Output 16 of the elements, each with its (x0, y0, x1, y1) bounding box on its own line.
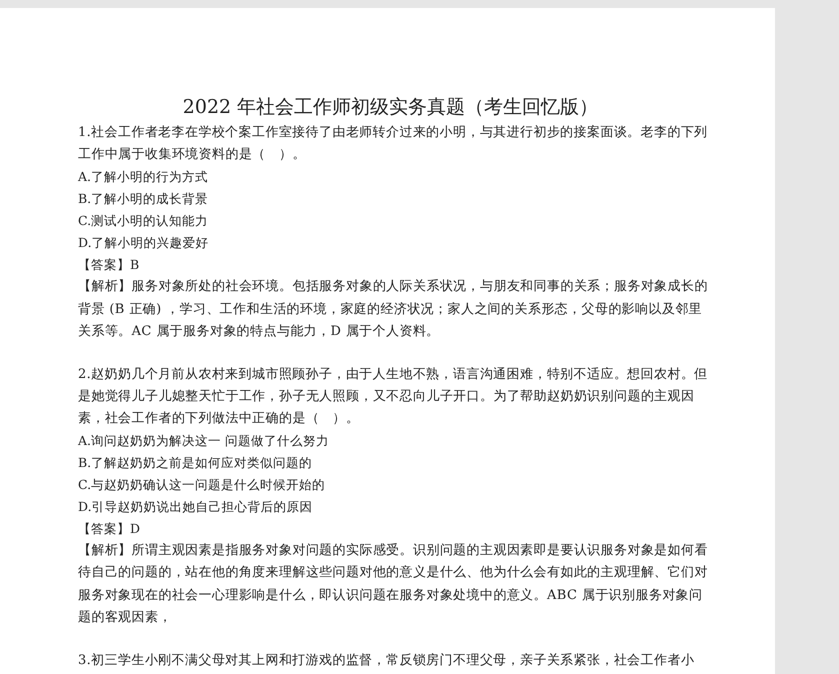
answer-option: D.了解小明的兴趣爱好 (78, 232, 710, 254)
answer-option: C.测试小明的认知能力 (78, 210, 710, 232)
answer-option: C.与赵奶奶确认这一问题是什么时候开始的 (78, 474, 710, 496)
answer-key: 【答案】D (78, 518, 710, 540)
document-title: 2022 年社会工作师初级实务真题（考生回忆版） (182, 95, 600, 120)
answer-key: 【答案】B (78, 254, 710, 276)
answer-option: A.询问赵奶奶为解决这一 问题做了什么努力 (78, 430, 710, 452)
answer-option: A.了解小明的行为方式 (78, 166, 710, 188)
answer-option: D.引导赵奶奶说出她自己担心背后的原因 (78, 496, 710, 518)
answer-option: B.了解赵奶奶之前是如何应对类似问题的 (78, 452, 710, 474)
answer-analysis: 【解析】所谓主观因素是指服务对象对问题的实际感受。识别问题的主观因素即是要认识服务对象是如何看待自己的问题的，站在他的角度来理解这些问题对他的意义是什么、他为什么会有如此的主观理解、它们对服务对象现在的社会一心理影响是什么，即认识问题在服务对象处境中的意义。ABC 属于识别服务对象问题的客观因素， (78, 542, 709, 627)
question-stem: 2.赵奶奶几个月前从农村来到城市照顾孙子，由于人生地不熟，语言沟通困难，特别不适应。想回农村。但是她觉得儿子儿媳整天忙于工作，孙子无人照顾，又不忍向儿子开口。为了帮助赵奶奶识别问题的主观因素，社会工作者的下列做法中正确的是（ ）。 (78, 366, 709, 428)
question-stem: 3.初三学生小刚不满父母对其上网和打游戏的监督，常反锁房门不理父母，亲子关系紧张，社会工作者小 (78, 652, 696, 670)
answer-option: B.了解小明的成长背景 (78, 188, 710, 210)
question-stem: 1.社会工作者老李在学校个案工作室接待了由老师转介过来的小明，与其进行初步的接案面谈。老李的下列工作中属于收集环境资料的是（ ）。 (78, 124, 709, 164)
answer-analysis: 【解析】服务对象所处的社会环境。包括服务对象的人际关系状况，与朋友和同事的关系；服务对象成长的背景 (B 正确) ，学习、工作和生活的环境，家庭的经济状况；家人之间的关系形态，父母的影响以及邻里关系等。AC 属于服务对象的特点与能力，D 属于个人资料。 (78, 278, 709, 341)
